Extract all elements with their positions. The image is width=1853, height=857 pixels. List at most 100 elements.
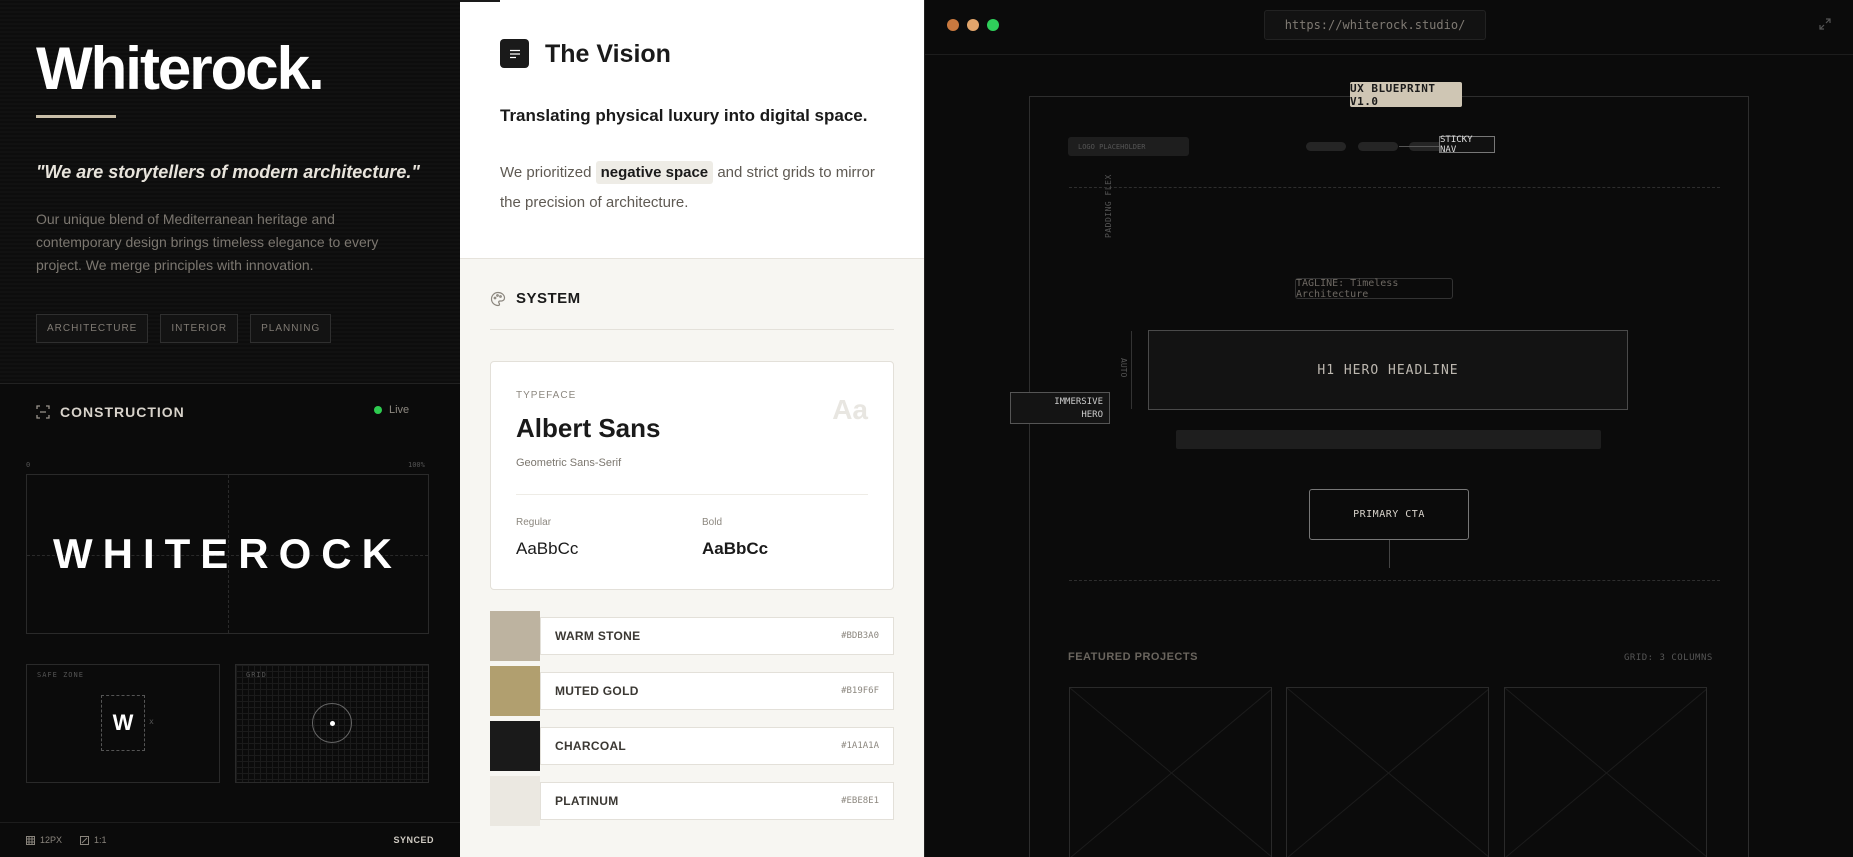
grid-center-dot — [330, 721, 335, 726]
tag-architecture[interactable]: ARCHITECTURE — [36, 314, 149, 343]
hero-headline-placeholder: H1 HERO HEADLINE — [1148, 330, 1628, 410]
hero-divider — [1069, 580, 1720, 581]
swatch-chip — [490, 721, 540, 771]
vision-subtitle: Translating physical luxury into digital… — [500, 106, 868, 125]
immersive-hero-line1: IMMERSIVE — [1054, 397, 1103, 407]
project-card-placeholder[interactable] — [1069, 687, 1272, 857]
safe-zone-label: SAFE ZONE — [37, 671, 84, 679]
minimize-window-icon[interactable] — [967, 19, 979, 31]
padding-flex-label: PADDING FLEX — [1104, 174, 1113, 238]
sync-status: SYNCED — [393, 835, 434, 845]
swatch-hex: #1A1A1A — [841, 741, 879, 751]
scan-frame-icon — [36, 405, 50, 419]
grid-size-value: 12PX — [40, 835, 63, 845]
auto-guide-line — [1131, 331, 1132, 409]
brand-section: Whiterock. "We are storytellers of moder… — [0, 0, 460, 384]
blueprint-badge: UX BLUEPRINT V1.0 — [1350, 82, 1462, 108]
system-title: SYSTEM — [516, 290, 581, 307]
tag-interior[interactable]: INTERIOR — [160, 314, 239, 343]
typeface-sample-glyph: Aa — [832, 394, 868, 425]
typeface-divider — [516, 494, 868, 495]
brand-title: Whiterock. — [36, 35, 325, 102]
grid-icon — [26, 835, 35, 845]
live-label: Live — [389, 404, 410, 416]
typeface-card: TYPEFACE Albert Sans Geometric Sans-Seri… — [490, 361, 894, 590]
weight-regular-sample: AaBbCc — [516, 539, 579, 558]
tag-planning[interactable]: PLANNING — [250, 314, 332, 343]
auto-label: AUTO — [1119, 358, 1128, 378]
vision-title: The Vision — [545, 40, 671, 68]
swatch-row[interactable]: PLATINUM #EBE8E1 — [490, 776, 894, 826]
safe-zone-letter: W — [101, 695, 145, 751]
close-window-icon[interactable] — [947, 19, 959, 31]
swatch-info: MUTED GOLD #B19F6F — [540, 672, 894, 710]
swatch-hex: #B19F6F — [841, 686, 879, 696]
swatch-info: WARM STONE #BDB3A0 — [540, 617, 894, 655]
nav-item-placeholder — [1306, 142, 1346, 151]
project-card-placeholder[interactable] — [1286, 687, 1489, 857]
swatch-row[interactable]: MUTED GOLD #B19F6F — [490, 666, 894, 716]
construction-footer: 12PX 1:1 SYNCED — [0, 822, 460, 857]
swatch-row[interactable]: CHARCOAL #1A1A1A — [490, 721, 894, 771]
swatch-chip — [490, 776, 540, 826]
swatch-hex: #BDB3A0 — [841, 631, 879, 641]
construction-header: CONSTRUCTION — [36, 404, 185, 420]
swatch-chip — [490, 666, 540, 716]
cta-guide-line — [1389, 540, 1390, 568]
image-placeholder-icon — [1287, 688, 1488, 857]
expand-icon[interactable] — [1818, 17, 1832, 34]
maximize-window-icon[interactable] — [987, 19, 999, 31]
details-panel: The Vision Translating physical luxury i… — [460, 0, 924, 857]
swatch-info: CHARCOAL #1A1A1A — [540, 727, 894, 765]
primary-cta-placeholder[interactable]: PRIMARY CTA — [1309, 489, 1469, 540]
swatch-hex: #EBE8E1 — [841, 796, 879, 806]
typeface-label: TYPEFACE — [516, 390, 577, 401]
sticky-nav-label: STICKY NAV — [1439, 135, 1495, 155]
construction-canvas: WHITEROCK — [26, 474, 429, 634]
grid-box: GRID — [235, 664, 429, 783]
grid-size-indicator[interactable]: 12PX — [26, 835, 62, 845]
browser-toolbar: https://whiterock.studio/ — [925, 0, 1853, 55]
vision-accent-bar — [460, 0, 500, 2]
brand-quote: "We are storytellers of modern architect… — [36, 162, 420, 182]
live-dot-icon — [374, 406, 382, 414]
swatch-name: MUTED GOLD — [555, 684, 639, 698]
tag-list: ARCHITECTURE INTERIOR PLANNING — [36, 314, 332, 343]
typeface-name: Albert Sans — [516, 413, 661, 443]
url-bar[interactable]: https://whiterock.studio/ — [1264, 10, 1486, 40]
grid-label: GRID — [246, 671, 267, 679]
vision-section: The Vision Translating physical luxury i… — [460, 0, 924, 259]
weight-bold-sample: AaBbCc — [702, 539, 769, 558]
swatch-name: WARM STONE — [555, 629, 641, 643]
safe-zone-marker: x — [149, 717, 154, 726]
vision-body: We prioritized negative space and strict… — [500, 158, 890, 218]
grid-circle — [312, 703, 352, 743]
vision-body-start: We prioritized — [500, 164, 592, 181]
brand-underline — [36, 115, 116, 118]
project-card-placeholder[interactable] — [1504, 687, 1707, 857]
swatch-info: PLATINUM #EBE8E1 — [540, 782, 894, 820]
typeface-style: Geometric Sans-Serif — [516, 457, 622, 469]
subheading-placeholder — [1176, 430, 1601, 449]
image-placeholder-icon — [1505, 688, 1706, 857]
featured-projects-title: FEATURED PROJECTS — [1068, 651, 1198, 663]
ruler-end: 100% — [408, 461, 425, 469]
sticky-nav-connector — [1399, 146, 1440, 147]
menu-lines-icon — [500, 39, 529, 68]
safe-zone-box: SAFE ZONE W x — [26, 664, 220, 783]
weight-regular-label: Regular — [516, 517, 552, 528]
swatch-name: CHARCOAL — [555, 739, 627, 753]
grid-columns-label: GRID: 3 COLUMNS — [1624, 653, 1713, 663]
immersive-hero-line2: HERO — [1081, 410, 1103, 420]
ratio-indicator[interactable]: 1:1 — [80, 835, 107, 845]
ruler-start: 0 — [26, 461, 31, 469]
palette-icon — [490, 291, 506, 306]
construction-title: CONSTRUCTION — [60, 404, 185, 420]
tagline-placeholder: TAGLINE: Timeless Architecture — [1295, 278, 1453, 300]
weight-bold-label: Bold — [702, 517, 723, 528]
canvas-wordmark: WHITEROCK — [53, 530, 402, 577]
brand-description: Our unique blend of Mediterranean herita… — [36, 211, 379, 273]
swatch-row[interactable]: WARM STONE #BDB3A0 — [490, 611, 894, 661]
system-divider — [490, 329, 894, 330]
live-status: Live — [374, 404, 409, 416]
